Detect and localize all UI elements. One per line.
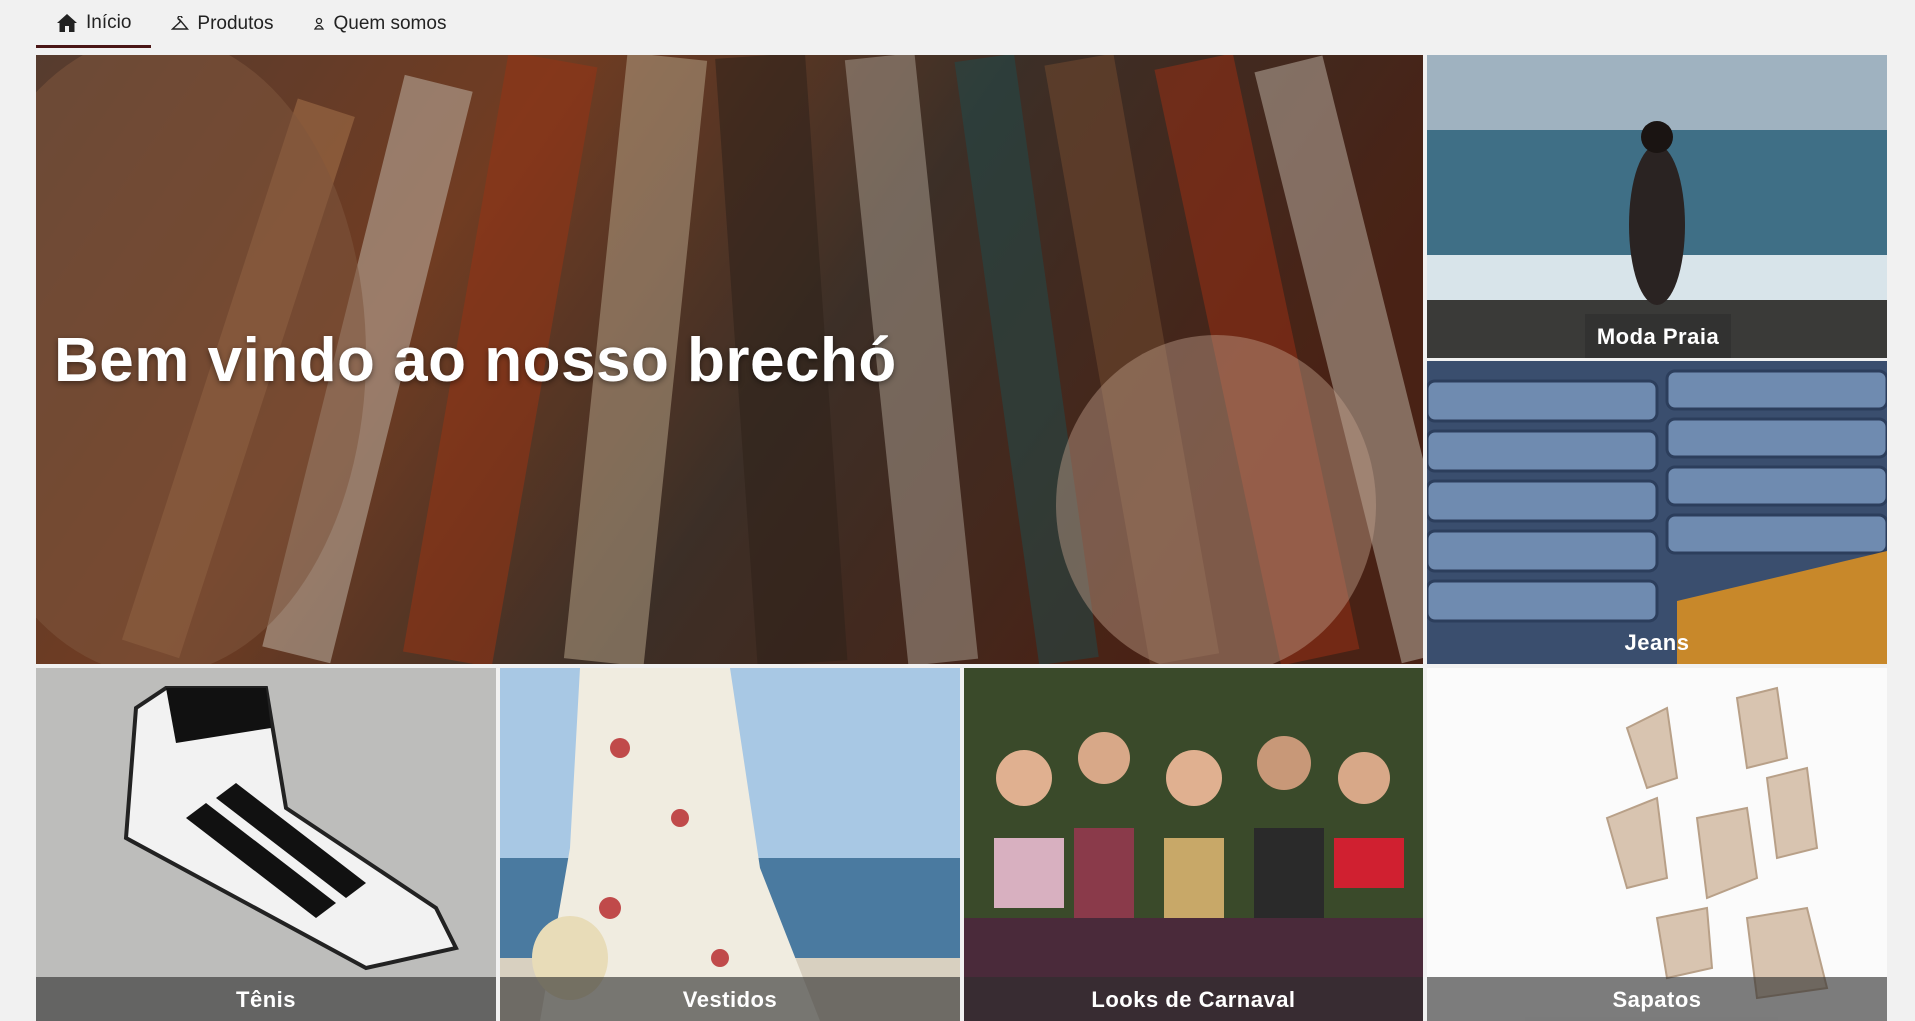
- category-card-sapatos[interactable]: Sapatos: [1427, 668, 1887, 1021]
- category-card-vestidos[interactable]: Vestidos: [500, 668, 960, 1021]
- nav-tab-inicio[interactable]: Início: [36, 0, 152, 48]
- hero-banner[interactable]: Bem vindo ao nosso brechó: [36, 55, 1423, 664]
- hero-title: Bem vindo ao nosso brechó: [54, 326, 897, 395]
- nav-tab-produtos-label: Produtos: [197, 13, 274, 34]
- person-icon: [313, 17, 325, 31]
- nav-tab-quem-somos-label: Quem somos: [333, 13, 447, 34]
- category-card-looks-de-carnaval[interactable]: Looks de Carnaval: [964, 668, 1423, 1021]
- category-label-vestidos: Vestidos: [500, 977, 960, 1021]
- category-label-moda-praia: Moda Praia: [1585, 314, 1731, 358]
- nav-tab-quem-somos[interactable]: Quem somos: [293, 0, 466, 48]
- category-label-sapatos: Sapatos: [1427, 977, 1887, 1021]
- hanger-icon: [171, 16, 190, 32]
- category-card-moda-praia[interactable]: Moda Praia: [1427, 55, 1887, 358]
- category-label-jeans: Jeans: [1624, 630, 1690, 655]
- beach-image: [1427, 55, 1887, 358]
- home-icon: [56, 13, 78, 33]
- category-label-tenis: Tênis: [36, 977, 496, 1021]
- carnival-image: [964, 668, 1423, 1021]
- dress-image: [500, 668, 960, 1021]
- sneaker-image: [36, 668, 496, 1021]
- nav-tab-produtos[interactable]: Produtos: [151, 0, 293, 48]
- main-nav: Início Produtos Quem somos: [36, 0, 466, 48]
- shoes-image: [1427, 668, 1887, 1021]
- category-card-tenis[interactable]: Tênis: [36, 668, 496, 1021]
- jeans-image: [1427, 361, 1887, 664]
- nav-tab-inicio-label: Início: [86, 11, 132, 33]
- category-card-jeans[interactable]: Jeans: [1427, 361, 1887, 664]
- category-label-looks-de-carnaval: Looks de Carnaval: [964, 977, 1423, 1021]
